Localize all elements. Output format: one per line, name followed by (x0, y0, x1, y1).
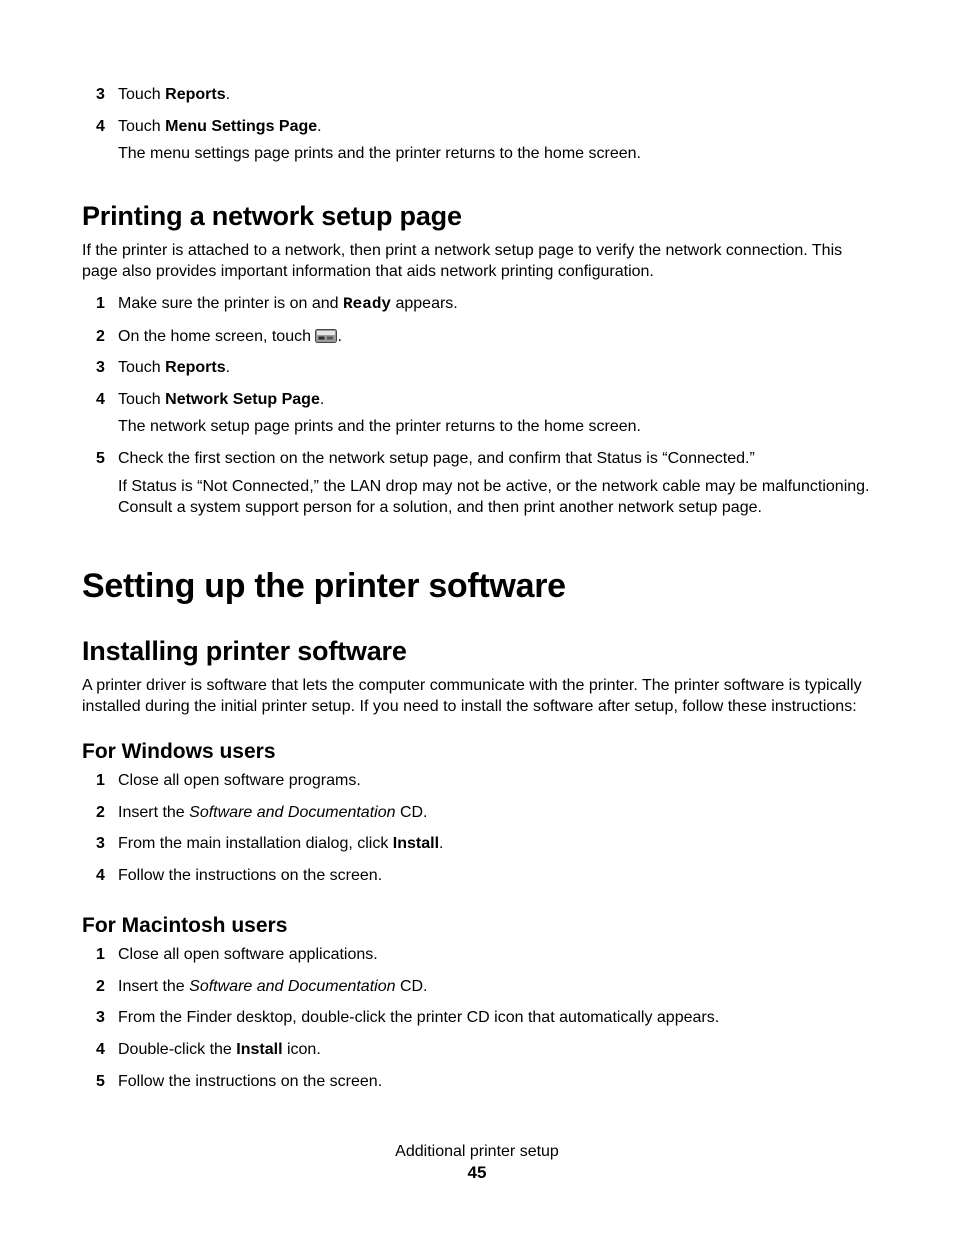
list-item-number: 4 (96, 1039, 118, 1067)
list-item-line: Double-click the Install icon. (118, 1039, 872, 1061)
list-item-line: Close all open software applications. (118, 944, 872, 966)
heading-network-setup: Printing a network setup page (82, 201, 872, 232)
ordered-list: 1Close all open software programs.2Inser… (82, 770, 872, 892)
list-item-line: Check the first section on the network s… (118, 448, 872, 470)
list-item-number: 4 (96, 865, 118, 893)
list-item-line: Touch Network Setup Page. (118, 389, 872, 411)
list-item-number: 1 (96, 770, 118, 798)
list-item-body: Insert the Software and Documentation CD… (118, 802, 872, 830)
list-item-body: Close all open software programs. (118, 770, 872, 798)
list-item: 5Follow the instructions on the screen. (96, 1071, 872, 1099)
list-item: 4Follow the instructions on the screen. (96, 865, 872, 893)
list-item-number: 5 (96, 1071, 118, 1099)
heading-installing-software: Installing printer software (82, 636, 872, 667)
list-item-number: 4 (96, 389, 118, 444)
list-item-number: 1 (96, 944, 118, 972)
list-item-body: Touch Reports. (118, 357, 872, 385)
list-item-body: On the home screen, touch . (118, 326, 872, 354)
list-item-number: 3 (96, 357, 118, 385)
list-item: 3From the Finder desktop, double-click t… (96, 1007, 872, 1035)
heading-mac-users: For Macintosh users (82, 914, 872, 938)
list-item-line: Follow the instructions on the screen. (118, 1071, 872, 1093)
list-item-line: Insert the Software and Documentation CD… (118, 802, 872, 824)
list-item-body: Check the first section on the network s… (118, 448, 872, 525)
paragraph: A printer driver is software that lets t… (82, 675, 872, 718)
heading-windows-users: For Windows users (82, 740, 872, 764)
list-item-line: Insert the Software and Documentation CD… (118, 976, 872, 998)
ordered-list: 1Close all open software applications.2I… (82, 944, 872, 1098)
list-item: 2On the home screen, touch . (96, 326, 872, 354)
list-item-number: 2 (96, 326, 118, 354)
list-item: 3Touch Reports. (96, 84, 872, 112)
footer-page-number: 45 (0, 1163, 954, 1183)
list-item-number: 3 (96, 833, 118, 861)
list-item-number: 4 (96, 116, 118, 171)
list-item-line: Touch Reports. (118, 84, 872, 106)
list-item: 4Touch Network Setup Page. The network se… (96, 389, 872, 444)
ordered-list: 1Make sure the printer is on and Ready a… (82, 293, 872, 525)
menu-button-icon (315, 329, 337, 343)
list-item-line: Touch Reports. (118, 357, 872, 379)
list-item-number: 1 (96, 293, 118, 322)
list-item-line: The network setup page prints and the pr… (118, 416, 872, 438)
list-item-number: 3 (96, 1007, 118, 1035)
list-item-line: From the main installation dialog, click… (118, 833, 872, 855)
list-item-number: 2 (96, 976, 118, 1004)
list-item-body: Insert the Software and Documentation CD… (118, 976, 872, 1004)
footer-section-title: Additional printer setup (0, 1143, 954, 1161)
list-item-line: Touch Menu Settings Page. (118, 116, 872, 138)
list-item: 1Make sure the printer is on and Ready a… (96, 293, 872, 322)
list-item-number: 3 (96, 84, 118, 112)
list-item-body: Close all open software applications. (118, 944, 872, 972)
ordered-list: 3Touch Reports.4Touch Menu Settings Page… (82, 84, 872, 171)
list-item: 4Touch Menu Settings Page. The menu setti… (96, 116, 872, 171)
list-item-body: From the main installation dialog, click… (118, 833, 872, 861)
list-item-line: If Status is “Not Connected,” the LAN dr… (118, 476, 872, 519)
list-item: 3Touch Reports. (96, 357, 872, 385)
list-item: 2Insert the Software and Documentation C… (96, 976, 872, 1004)
list-item-line: The menu settings page prints and the pr… (118, 143, 872, 165)
list-item-body: Follow the instructions on the screen. (118, 865, 872, 893)
list-item: 4Double-click the Install icon. (96, 1039, 872, 1067)
list-item-body: Make sure the printer is on and Ready ap… (118, 293, 872, 322)
list-item-line: Close all open software programs. (118, 770, 872, 792)
list-item-number: 2 (96, 802, 118, 830)
list-item-line: Follow the instructions on the screen. (118, 865, 872, 887)
list-item: 2Insert the Software and Documentation C… (96, 802, 872, 830)
list-item-body: Touch Reports. (118, 84, 872, 112)
list-item-body: Touch Network Setup Page. The network set… (118, 389, 872, 444)
list-item-body: Touch Menu Settings Page. The menu settin… (118, 116, 872, 171)
list-item-body: Double-click the Install icon. (118, 1039, 872, 1067)
paragraph: If the printer is attached to a network,… (82, 240, 872, 283)
list-item: 1Close all open software applications. (96, 944, 872, 972)
list-item: 3From the main installation dialog, clic… (96, 833, 872, 861)
list-item-number: 5 (96, 448, 118, 525)
document-page: 3Touch Reports.4Touch Menu Settings Page… (0, 0, 954, 1235)
list-item: 5Check the first section on the network … (96, 448, 872, 525)
page-footer: Additional printer setup 45 (0, 1143, 954, 1183)
list-item-line: Make sure the printer is on and Ready ap… (118, 293, 872, 316)
list-item: 1Close all open software programs. (96, 770, 872, 798)
list-item-line: From the Finder desktop, double-click th… (118, 1007, 872, 1029)
list-item-line: On the home screen, touch . (118, 326, 872, 348)
list-item-body: From the Finder desktop, double-click th… (118, 1007, 872, 1035)
heading-setup-software: Setting up the printer software (82, 567, 872, 606)
list-item-body: Follow the instructions on the screen. (118, 1071, 872, 1099)
